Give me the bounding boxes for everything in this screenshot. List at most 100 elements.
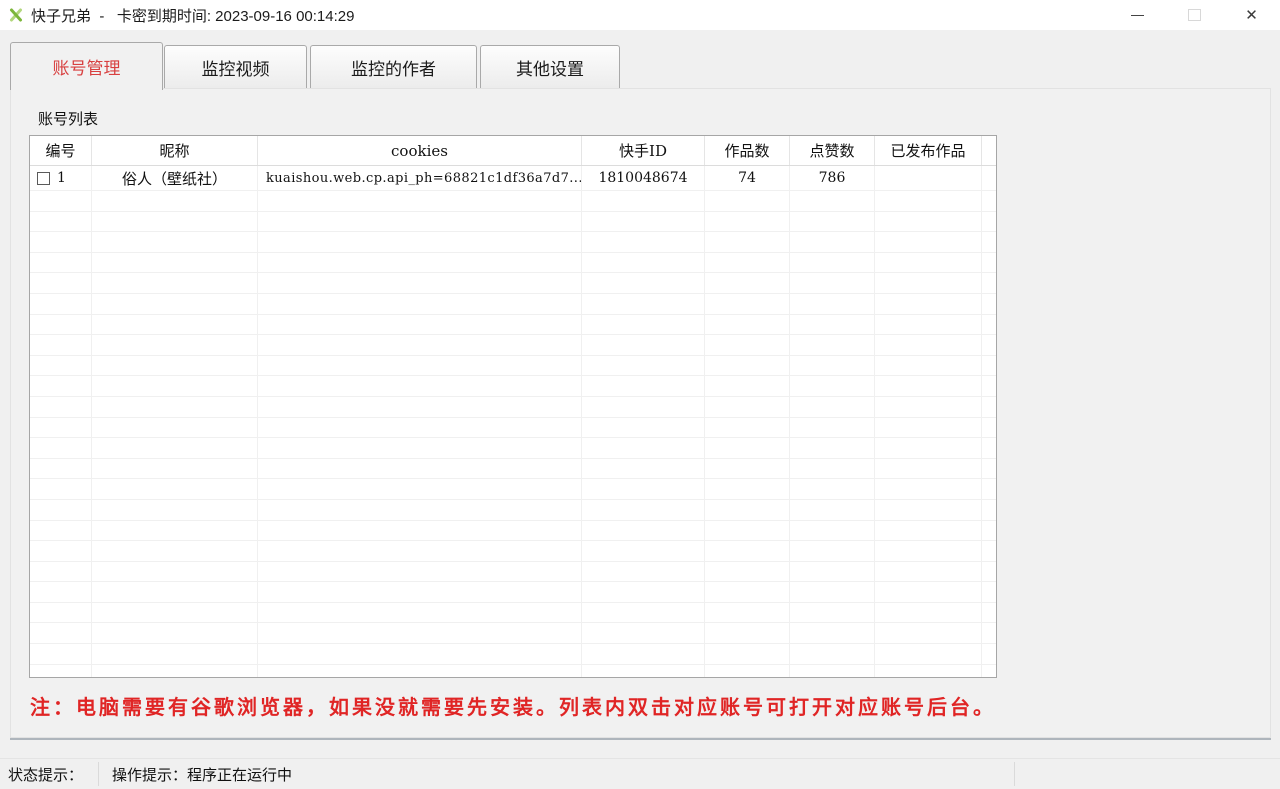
table-body[interactable]: 1俗人（壁纸社）kuaishou.web.cp.api_ph=68821c1df…: [30, 166, 996, 678]
empty-cell: [875, 212, 982, 232]
empty-cell: [92, 603, 258, 623]
empty-cell: [258, 232, 582, 252]
empty-row: [30, 212, 996, 233]
empty-cell: [30, 356, 92, 376]
status-divider: [1014, 762, 1015, 786]
empty-cell: [30, 335, 92, 355]
empty-cell: [258, 500, 582, 520]
empty-row: [30, 294, 996, 315]
empty-cell: [92, 294, 258, 314]
column-header-id[interactable]: 编号: [30, 136, 92, 165]
empty-row: [30, 521, 996, 542]
empty-cell: [790, 562, 875, 582]
tab-label: 监控的作者: [351, 55, 436, 80]
minimize-button[interactable]: [1109, 0, 1166, 30]
empty-cell: [30, 459, 92, 479]
tab-other-settings[interactable]: 其他设置: [480, 45, 620, 88]
empty-cell: [705, 521, 790, 541]
column-header-nickname[interactable]: 昵称: [92, 136, 258, 165]
table-row[interactable]: 1俗人（壁纸社）kuaishou.web.cp.api_ph=68821c1df…: [30, 166, 996, 191]
column-header-works[interactable]: 作品数: [705, 136, 790, 165]
empty-row: [30, 459, 996, 480]
empty-cell: [982, 273, 996, 293]
cell-filler: [982, 166, 996, 190]
column-header-published[interactable]: 已发布作品: [875, 136, 982, 165]
empty-cell: [790, 253, 875, 273]
empty-cell: [705, 191, 790, 211]
empty-cell: [982, 603, 996, 623]
column-header-likes[interactable]: 点赞数: [790, 136, 875, 165]
empty-cell: [875, 562, 982, 582]
empty-cell: [30, 623, 92, 643]
empty-cell: [982, 479, 996, 499]
empty-cell: [30, 582, 92, 602]
title-bar: 快子兄弟 - 卡密到期时间: 2023-09-16 00:14:29 ✕: [0, 0, 1280, 30]
empty-cell: [30, 479, 92, 499]
empty-cell: [92, 376, 258, 396]
empty-cell: [582, 397, 705, 417]
empty-cell: [705, 356, 790, 376]
empty-cell: [582, 541, 705, 561]
empty-cell: [875, 582, 982, 602]
empty-cell: [30, 500, 92, 520]
empty-cell: [582, 356, 705, 376]
empty-cell: [582, 459, 705, 479]
empty-cell: [790, 582, 875, 602]
empty-cell: [582, 273, 705, 293]
empty-cell: [982, 623, 996, 643]
empty-cell: [258, 438, 582, 458]
empty-cell: [92, 273, 258, 293]
column-header-cookies[interactable]: cookies: [258, 136, 582, 165]
tab-account-management[interactable]: 账号管理: [10, 42, 163, 90]
empty-cell: [875, 232, 982, 252]
empty-cell: [30, 232, 92, 252]
empty-row: [30, 644, 996, 665]
empty-cell: [92, 644, 258, 664]
maximize-button: [1166, 0, 1223, 30]
empty-cell: [790, 459, 875, 479]
empty-cell: [875, 253, 982, 273]
panel-bottom-edge: [10, 738, 1271, 740]
empty-cell: [705, 665, 790, 678]
empty-row: [30, 397, 996, 418]
empty-cell: [875, 191, 982, 211]
close-button[interactable]: ✕: [1223, 0, 1280, 30]
empty-cell: [705, 418, 790, 438]
empty-cell: [258, 459, 582, 479]
tab-monitored-authors[interactable]: 监控的作者: [310, 45, 477, 88]
empty-cell: [790, 212, 875, 232]
empty-cell: [30, 562, 92, 582]
empty-cell: [705, 500, 790, 520]
empty-cell: [982, 521, 996, 541]
empty-cell: [30, 418, 92, 438]
row-checkbox[interactable]: [37, 172, 50, 185]
empty-cell: [982, 212, 996, 232]
empty-cell: [875, 376, 982, 396]
empty-cell: [30, 541, 92, 561]
empty-cell: [790, 665, 875, 678]
cell-works: 74: [705, 166, 790, 190]
empty-cell: [705, 212, 790, 232]
window-title: 快子兄弟 - 卡密到期时间: 2023-09-16 00:14:29: [31, 5, 354, 26]
column-header-kuaishou_id[interactable]: 快手ID: [582, 136, 705, 165]
empty-cell: [705, 603, 790, 623]
empty-cell: [258, 541, 582, 561]
empty-cell: [582, 253, 705, 273]
empty-cell: [258, 253, 582, 273]
empty-cell: [875, 644, 982, 664]
empty-row: [30, 562, 996, 583]
empty-row: [30, 541, 996, 562]
empty-cell: [705, 479, 790, 499]
empty-cell: [705, 623, 790, 643]
empty-cell: [258, 397, 582, 417]
empty-cell: [982, 418, 996, 438]
empty-cell: [582, 191, 705, 211]
empty-cell: [92, 479, 258, 499]
empty-cell: [30, 376, 92, 396]
empty-cell: [582, 376, 705, 396]
account-table[interactable]: 编号昵称cookies快手ID作品数点赞数已发布作品 1俗人（壁纸社）kuais…: [29, 135, 997, 678]
tab-monitor-videos[interactable]: 监控视频: [164, 45, 307, 88]
empty-cell: [92, 438, 258, 458]
empty-cell: [258, 665, 582, 678]
empty-cell: [875, 500, 982, 520]
